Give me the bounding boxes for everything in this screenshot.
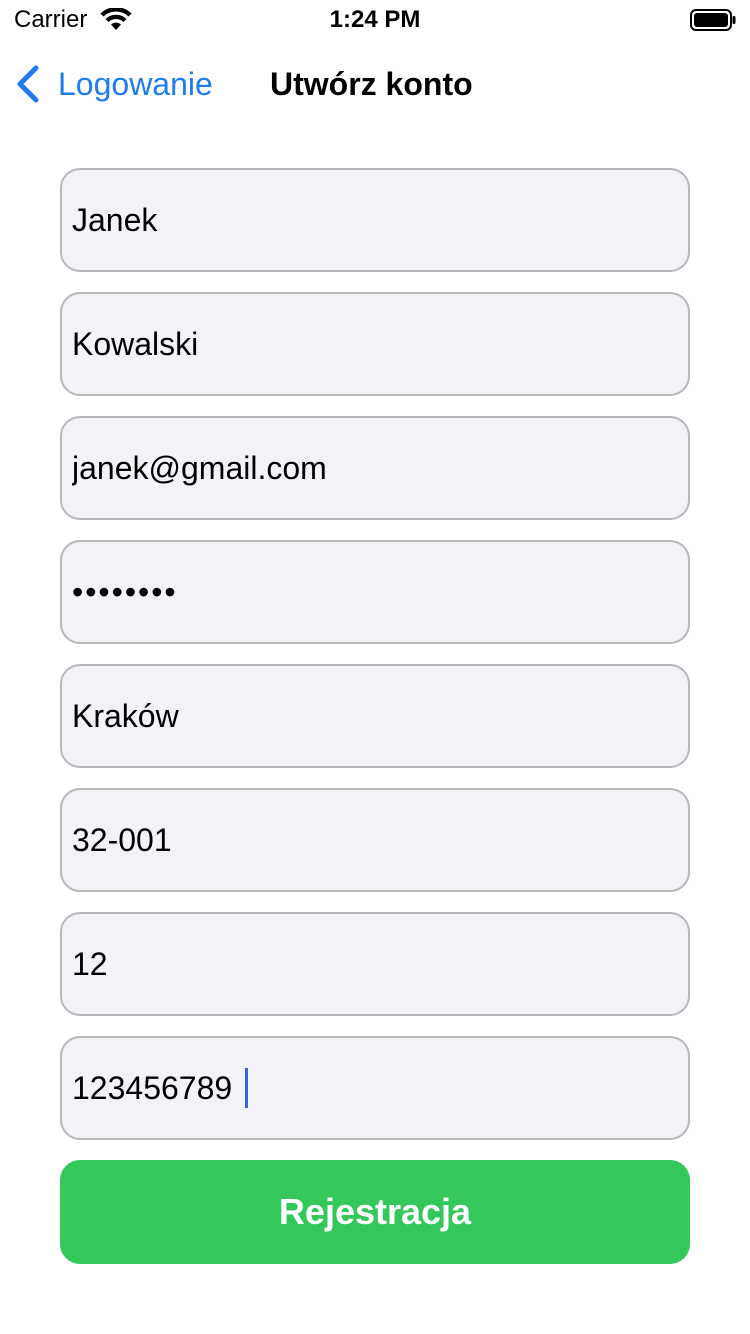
house-number-field[interactable] xyxy=(60,912,690,1016)
city-field[interactable] xyxy=(60,664,690,768)
clock: 1:24 PM xyxy=(329,6,421,33)
first-name-field[interactable] xyxy=(60,168,690,272)
registration-form xyxy=(60,168,690,1160)
battery-full-icon xyxy=(690,9,736,31)
register-button[interactable]: Rejestracja xyxy=(60,1160,690,1264)
text-caret xyxy=(245,1068,248,1108)
password-field[interactable] xyxy=(60,540,690,644)
last-name-field[interactable] xyxy=(60,292,690,396)
create-account-screen: Carrier 1:24 PM Logowanie Utwórz konto J… xyxy=(0,0,750,1334)
email-field[interactable] xyxy=(60,416,690,520)
page-title: Utwórz konto xyxy=(270,66,473,102)
phone-field[interactable] xyxy=(60,1036,690,1140)
status-bar: Carrier 1:24 PM xyxy=(0,0,750,40)
navigation-bar: Logowanie Utwórz konto xyxy=(0,40,750,128)
postal-code-field[interactable] xyxy=(60,788,690,892)
back-button[interactable]: Logowanie xyxy=(14,62,213,106)
back-button-label: Logowanie xyxy=(58,65,213,102)
chevron-left-icon xyxy=(17,65,39,103)
